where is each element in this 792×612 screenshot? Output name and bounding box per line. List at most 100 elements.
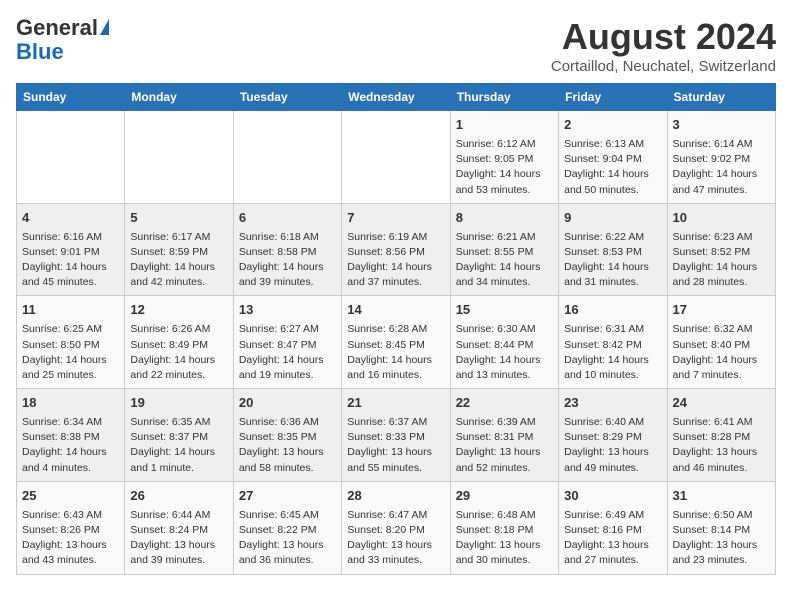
calendar-week-row: 25 Sunrise: 6:43 AM Sunset: 8:26 PM Dayli… (17, 481, 776, 574)
calendar-cell: 29 Sunrise: 6:48 AM Sunset: 8:18 PM Dayli… (450, 481, 558, 574)
day-info: Sunrise: 6:40 AM Sunset: 8:29 PM Dayligh… (564, 416, 649, 474)
day-info: Sunrise: 6:14 AM Sunset: 9:02 PM Dayligh… (673, 138, 758, 196)
day-info: Sunrise: 6:41 AM Sunset: 8:28 PM Dayligh… (673, 416, 758, 474)
day-info: Sunrise: 6:26 AM Sunset: 8:49 PM Dayligh… (130, 323, 215, 381)
calendar-cell: 26 Sunrise: 6:44 AM Sunset: 8:24 PM Dayli… (125, 481, 233, 574)
calendar-cell: 7 Sunrise: 6:19 AM Sunset: 8:56 PM Daylig… (342, 203, 450, 296)
calendar-cell: 22Sunrise: 6:39 AM Sunset: 8:31 PM Dayli… (450, 389, 558, 482)
calendar-cell: 17 Sunrise: 6:32 AM Sunset: 8:40 PM Dayli… (667, 296, 775, 389)
day-info: Sunrise: 6:49 AM Sunset: 8:16 PM Dayligh… (564, 509, 649, 567)
calendar-cell: 4 Sunrise: 6:16 AM Sunset: 9:01 PM Daylig… (17, 203, 125, 296)
day-info: Sunrise: 6:30 AM Sunset: 8:44 PM Dayligh… (456, 323, 541, 381)
day-number: 16 (564, 301, 661, 320)
day-info: Sunrise: 6:47 AM Sunset: 8:20 PM Dayligh… (347, 509, 432, 567)
logo-triangle-icon (100, 19, 109, 35)
day-number: 25 (22, 487, 119, 506)
day-info: Sunrise: 6:32 AM Sunset: 8:40 PM Dayligh… (673, 323, 758, 381)
column-header-friday: Friday (559, 84, 667, 111)
day-number: 19 (130, 394, 227, 413)
day-number: 7 (347, 209, 444, 228)
day-info: Sunrise: 6:36 AM Sunset: 8:35 PM Dayligh… (239, 416, 324, 474)
month-title: August 2024 (551, 16, 776, 58)
day-info: Sunrise: 6:44 AM Sunset: 8:24 PM Dayligh… (130, 509, 215, 567)
calendar-cell: 11 Sunrise: 6:25 AM Sunset: 8:50 PM Dayli… (17, 296, 125, 389)
calendar-cell: 20 Sunrise: 6:36 AM Sunset: 8:35 PM Dayli… (233, 389, 341, 482)
calendar-cell: 18 Sunrise: 6:34 AM Sunset: 8:38 PM Dayli… (17, 389, 125, 482)
day-info: Sunrise: 6:43 AM Sunset: 8:26 PM Dayligh… (22, 509, 107, 567)
day-number: 30 (564, 487, 661, 506)
day-info: Sunrise: 6:16 AM Sunset: 9:01 PM Dayligh… (22, 231, 107, 289)
calendar-week-row: 18 Sunrise: 6:34 AM Sunset: 8:38 PM Dayli… (17, 389, 776, 482)
calendar-cell: 16 Sunrise: 6:31 AM Sunset: 8:42 PM Dayli… (559, 296, 667, 389)
calendar-cell: 19 Sunrise: 6:35 AM Sunset: 8:37 PM Dayli… (125, 389, 233, 482)
calendar-cell: 24 Sunrise: 6:41 AM Sunset: 8:28 PM Dayli… (667, 389, 775, 482)
day-number: 15 (456, 301, 553, 320)
day-info: Sunrise: 6:31 AM Sunset: 8:42 PM Dayligh… (564, 323, 649, 381)
day-number: 17 (673, 301, 770, 320)
calendar-cell: 25 Sunrise: 6:43 AM Sunset: 8:26 PM Dayli… (17, 481, 125, 574)
day-number: 27 (239, 487, 336, 506)
day-number: 11 (22, 301, 119, 320)
calendar-cell: 28 Sunrise: 6:47 AM Sunset: 8:20 PM Dayli… (342, 481, 450, 574)
day-number: 14 (347, 301, 444, 320)
calendar-cell (125, 111, 233, 204)
day-info: Sunrise: 6:25 AM Sunset: 8:50 PM Dayligh… (22, 323, 107, 381)
day-info: Sunrise: 6:35 AM Sunset: 8:37 PM Dayligh… (130, 416, 215, 474)
day-info: Sunrise: 6:23 AM Sunset: 8:52 PM Dayligh… (673, 231, 758, 289)
column-header-sunday: Sunday (17, 84, 125, 111)
day-number: 4 (22, 209, 119, 228)
title-block: August 2024 Cortaillod, Neuchatel, Switz… (551, 16, 776, 75)
day-number: 5 (130, 209, 227, 228)
day-info: Sunrise: 6:19 AM Sunset: 8:56 PM Dayligh… (347, 231, 432, 289)
column-header-wednesday: Wednesday (342, 84, 450, 111)
calendar-cell: 13 Sunrise: 6:27 AM Sunset: 8:47 PM Dayli… (233, 296, 341, 389)
calendar-header-row: SundayMondayTuesdayWednesdayThursdayFrid… (17, 84, 776, 111)
day-info: Sunrise: 6:45 AM Sunset: 8:22 PM Dayligh… (239, 509, 324, 567)
calendar-cell: 10Sunrise: 6:23 AM Sunset: 8:52 PM Dayli… (667, 203, 775, 296)
calendar-cell: 5Sunrise: 6:17 AM Sunset: 8:59 PM Daylig… (125, 203, 233, 296)
day-number: 26 (130, 487, 227, 506)
column-header-tuesday: Tuesday (233, 84, 341, 111)
calendar-cell: 21Sunrise: 6:37 AM Sunset: 8:33 PM Dayli… (342, 389, 450, 482)
day-number: 6 (239, 209, 336, 228)
day-number: 31 (673, 487, 770, 506)
calendar-cell: 6Sunrise: 6:18 AM Sunset: 8:58 PM Daylig… (233, 203, 341, 296)
calendar-cell: 3 Sunrise: 6:14 AM Sunset: 9:02 PM Daylig… (667, 111, 775, 204)
day-number: 24 (673, 394, 770, 413)
day-info: Sunrise: 6:27 AM Sunset: 8:47 PM Dayligh… (239, 323, 324, 381)
day-number: 12 (130, 301, 227, 320)
day-info: Sunrise: 6:12 AM Sunset: 9:05 PM Dayligh… (456, 138, 541, 196)
calendar-cell: 31 Sunrise: 6:50 AM Sunset: 8:14 PM Dayli… (667, 481, 775, 574)
column-header-saturday: Saturday (667, 84, 775, 111)
day-number: 28 (347, 487, 444, 506)
location-title: Cortaillod, Neuchatel, Switzerland (551, 58, 776, 75)
calendar-cell: 23 Sunrise: 6:40 AM Sunset: 8:29 PM Dayli… (559, 389, 667, 482)
calendar-cell: 1Sunrise: 6:12 AM Sunset: 9:05 PM Daylig… (450, 111, 558, 204)
calendar-cell: 9Sunrise: 6:22 AM Sunset: 8:53 PM Daylig… (559, 203, 667, 296)
day-info: Sunrise: 6:22 AM Sunset: 8:53 PM Dayligh… (564, 231, 649, 289)
day-number: 20 (239, 394, 336, 413)
calendar-cell: 12 Sunrise: 6:26 AM Sunset: 8:49 PM Dayli… (125, 296, 233, 389)
logo-general: General (16, 16, 98, 40)
day-number: 29 (456, 487, 553, 506)
logo: General Blue (16, 16, 109, 64)
day-info: Sunrise: 6:13 AM Sunset: 9:04 PM Dayligh… (564, 138, 649, 196)
day-info: Sunrise: 6:34 AM Sunset: 8:38 PM Dayligh… (22, 416, 107, 474)
day-info: Sunrise: 6:50 AM Sunset: 8:14 PM Dayligh… (673, 509, 758, 567)
day-info: Sunrise: 6:48 AM Sunset: 8:18 PM Dayligh… (456, 509, 541, 567)
calendar-cell (233, 111, 341, 204)
day-number: 3 (673, 116, 770, 135)
calendar-cell: 14Sunrise: 6:28 AM Sunset: 8:45 PM Dayli… (342, 296, 450, 389)
column-header-monday: Monday (125, 84, 233, 111)
day-number: 13 (239, 301, 336, 320)
day-number: 21 (347, 394, 444, 413)
day-number: 8 (456, 209, 553, 228)
day-number: 23 (564, 394, 661, 413)
calendar-cell (342, 111, 450, 204)
calendar-week-row: 11 Sunrise: 6:25 AM Sunset: 8:50 PM Dayli… (17, 296, 776, 389)
calendar-week-row: 4 Sunrise: 6:16 AM Sunset: 9:01 PM Daylig… (17, 203, 776, 296)
calendar-cell (17, 111, 125, 204)
day-number: 2 (564, 116, 661, 135)
day-number: 18 (22, 394, 119, 413)
calendar-cell: 8Sunrise: 6:21 AM Sunset: 8:55 PM Daylig… (450, 203, 558, 296)
